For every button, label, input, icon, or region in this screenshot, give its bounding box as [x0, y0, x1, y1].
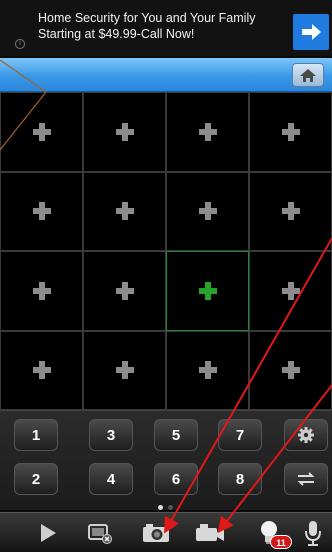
ad-line-2: Starting at $49.99-Call Now!	[38, 27, 195, 41]
camera-cell[interactable]	[249, 330, 332, 410]
preset-key-3[interactable]: 3	[89, 419, 133, 451]
plus-icon	[281, 202, 300, 221]
ad-line-1: Home Security for You and Your Family	[38, 11, 256, 25]
camera-cell[interactable]	[0, 330, 83, 410]
preset-key-7[interactable]: 7	[218, 419, 262, 451]
camera-cell[interactable]	[0, 171, 83, 251]
snapshot-icon	[143, 524, 169, 542]
plus-icon	[281, 122, 300, 141]
gear-icon	[298, 427, 314, 443]
camera-cell[interactable]	[166, 251, 249, 331]
record-icon	[196, 524, 224, 541]
play-icon	[41, 524, 56, 542]
home-icon	[300, 68, 316, 82]
plus-icon	[198, 202, 217, 221]
camera-cell[interactable]	[166, 171, 249, 251]
ad-info-icon[interactable]: i	[15, 39, 25, 49]
title-bar	[0, 58, 332, 92]
plus-icon	[115, 361, 134, 380]
ad-banner[interactable]: Home Security for You and Your Family St…	[0, 0, 332, 56]
preset-key-5[interactable]: 5	[154, 419, 198, 451]
microphone-icon	[305, 521, 321, 546]
alarm-count-badge: 11	[270, 535, 292, 549]
home-button[interactable]	[292, 63, 324, 87]
camera-grid	[0, 92, 332, 410]
preset-key-4[interactable]: 4	[89, 463, 133, 495]
bottom-toolbar: 11	[0, 512, 332, 552]
camera-cell[interactable]	[249, 92, 332, 172]
settings-button[interactable]	[284, 419, 328, 451]
close-all-icon	[88, 524, 112, 544]
camera-cell[interactable]	[83, 92, 166, 172]
camera-cell[interactable]	[166, 330, 249, 410]
plus-icon	[281, 281, 300, 300]
play-button[interactable]	[28, 516, 68, 550]
plus-icon	[281, 361, 300, 380]
preset-key-1[interactable]: 1	[14, 419, 58, 451]
page-dot	[168, 505, 173, 510]
camera-cell[interactable]	[166, 92, 249, 172]
camera-cell[interactable]	[0, 92, 83, 172]
page-dot	[158, 505, 163, 510]
snapshot-button[interactable]	[136, 516, 176, 550]
camera-cell[interactable]	[249, 171, 332, 251]
camera-cell[interactable]	[83, 251, 166, 331]
record-button[interactable]	[190, 516, 230, 550]
camera-cell[interactable]	[83, 171, 166, 251]
ptz-keypad: 1 3 5 7 2 4 6 8	[0, 410, 332, 510]
swap-button[interactable]	[284, 463, 328, 495]
plus-icon	[115, 122, 134, 141]
plus-icon	[32, 122, 51, 141]
plus-icon	[32, 202, 51, 221]
camera-cell[interactable]	[0, 251, 83, 331]
plus-icon	[198, 281, 217, 300]
arrow-right-icon[interactable]	[293, 14, 329, 50]
ad-text[interactable]: Home Security for You and Your Family St…	[38, 10, 288, 42]
preset-key-6[interactable]: 6	[154, 463, 198, 495]
plus-icon	[115, 281, 134, 300]
preset-key-2[interactable]: 2	[14, 463, 58, 495]
microphone-button[interactable]	[296, 516, 330, 550]
camera-cell[interactable]	[249, 251, 332, 331]
plus-icon	[198, 122, 217, 141]
close-all-button[interactable]	[80, 516, 120, 550]
alarm-button[interactable]: 11	[248, 516, 292, 550]
plus-icon	[115, 202, 134, 221]
swap-arrows-icon	[297, 472, 315, 486]
plus-icon	[32, 361, 51, 380]
plus-icon	[198, 361, 217, 380]
page-indicator[interactable]	[158, 505, 178, 511]
camera-cell[interactable]	[83, 330, 166, 410]
plus-icon	[32, 281, 51, 300]
preset-key-8[interactable]: 8	[218, 463, 262, 495]
